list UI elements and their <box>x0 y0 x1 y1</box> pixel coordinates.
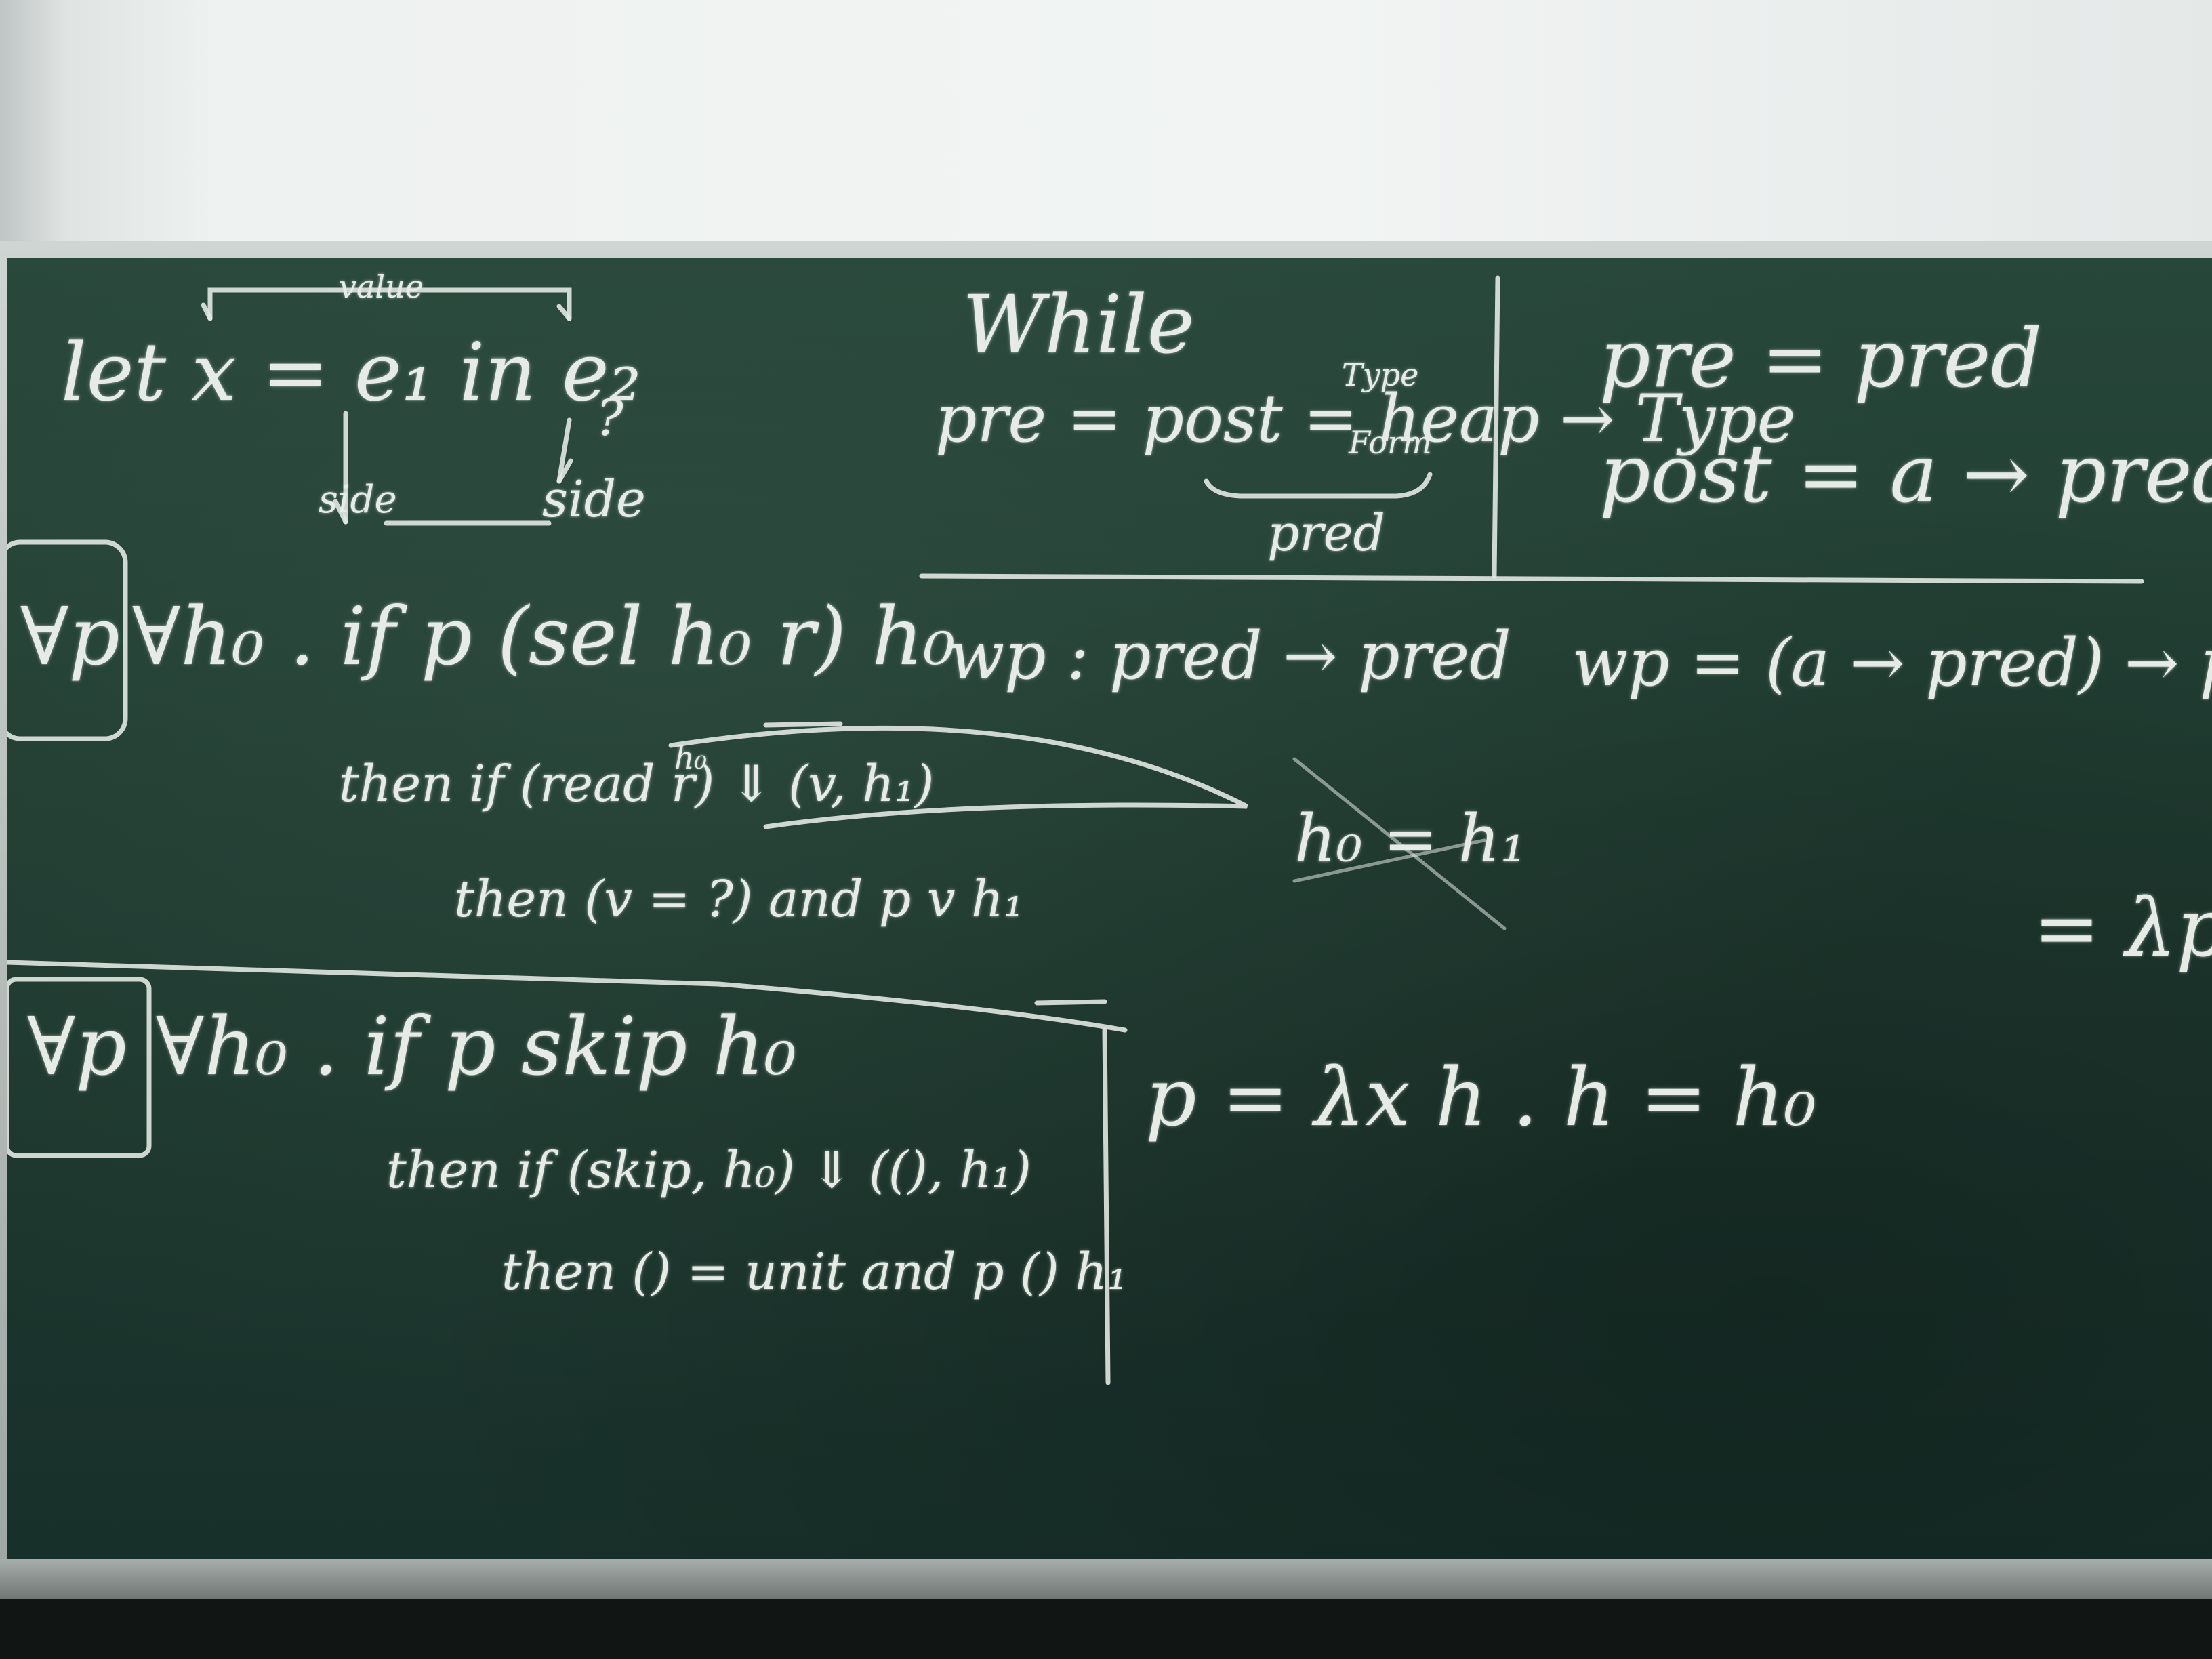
chalk-tray <box>0 1559 2212 1599</box>
forall-p-skip: ∀p <box>27 1000 127 1093</box>
crossed-h0-h1: h₀ = h₁ <box>1294 801 1527 877</box>
read-line-3: then (v = ?) and p v h₁ <box>454 870 1024 928</box>
term-form: Form <box>1349 424 1432 461</box>
skip-line-2: then if (skip, h₀) ⇓ ((), h₁) <box>386 1141 1031 1200</box>
pre-equals-pred: pre = pred <box>1599 312 2042 405</box>
skip-line-3: then () = unit and p () h₁ <box>501 1243 1128 1301</box>
right-edge-lambda: = λp <box>2033 881 2212 975</box>
read-head: ∀h₀ . if p (sel h₀ r) h₀ <box>132 590 956 683</box>
forall-p-read: ∀p <box>20 590 120 683</box>
wall-edge <box>0 0 65 249</box>
while-title: While <box>962 278 1195 371</box>
chalkboard: value let x = e₁ in e₂ ? side side While… <box>7 258 2212 1572</box>
wall <box>0 0 2212 249</box>
label-side-left: side <box>319 478 397 522</box>
read-line-2: then if (read r) ⇓ (v, h₁) <box>339 755 935 813</box>
underline-h0 <box>763 721 843 728</box>
annotation-value: value <box>339 268 424 305</box>
wp-definition: wp = (a → pred) → pred <box>1572 625 2212 701</box>
divider-horizontal <box>919 573 2144 584</box>
pred-label: pred <box>1267 504 1385 562</box>
pred-brace <box>1204 472 1433 499</box>
divider-vertical-bottom <box>1102 1027 1111 1385</box>
term-type: Type <box>1342 356 1419 393</box>
floor-shadow <box>0 1599 2212 1659</box>
underline-h1 <box>1034 999 1107 1006</box>
label-side-right: side <box>542 470 646 529</box>
read-superscript: h₀ <box>674 739 708 776</box>
let-expression: let x = e₁ in e₂ <box>61 325 641 419</box>
p-definition: p = λx h . h = h₀ <box>1145 1050 1816 1144</box>
mark-question: ? <box>596 389 623 447</box>
wp-signature: wp : pred → pred <box>949 618 1511 694</box>
post-equals-a-pred: post = a → pred <box>1599 427 2212 520</box>
skip-head: ∀h₀ . if p skip h₀ <box>156 1000 797 1093</box>
